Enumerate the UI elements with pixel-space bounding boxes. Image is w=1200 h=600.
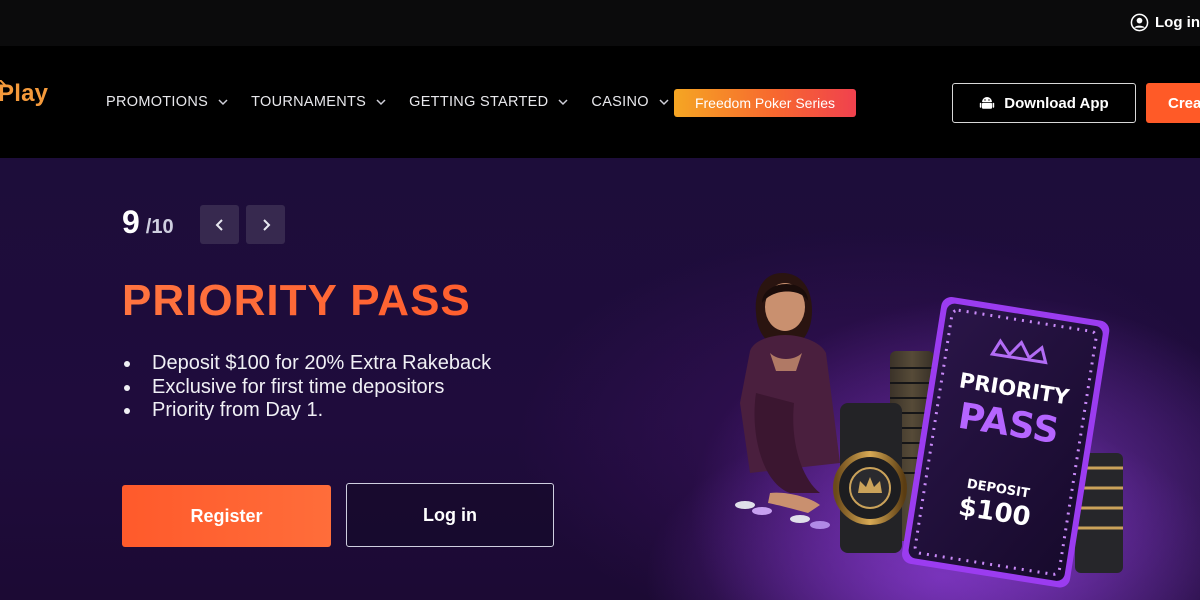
slide-total: /10	[145, 216, 174, 238]
previous-slide-button[interactable]	[200, 205, 239, 244]
hero-login-label: Log in	[423, 504, 477, 525]
promo-title: PRIORITY PASS	[122, 276, 471, 325]
nav-menu: PROMOTIONS TOURNAMENTS GETTING STARTED C…	[106, 94, 670, 110]
create-account-button[interactable]: Create	[1146, 83, 1200, 123]
chevron-right-icon	[262, 218, 270, 231]
chevron-down-icon	[218, 99, 228, 106]
slide-current: 9	[122, 204, 140, 240]
nav-item-label: PROMOTIONS	[106, 94, 209, 110]
top-login-link[interactable]: Log in	[1130, 13, 1200, 32]
nav-item-label: TOURNAMENTS	[251, 94, 367, 110]
freedom-poker-series-button[interactable]: Freedom Poker Series	[674, 89, 856, 117]
next-slide-button[interactable]	[246, 205, 285, 244]
freedom-poker-series-label: Freedom Poker Series	[694, 95, 836, 111]
android-icon	[980, 97, 995, 109]
chevron-left-icon	[215, 218, 223, 231]
nav-item-label: GETTING STARTED	[409, 94, 549, 110]
promo-bullet: Exclusive for first time depositors	[122, 376, 491, 400]
nav-item-getting-started[interactable]: GETTING STARTED	[409, 94, 569, 110]
hero-banner: 9 /10 PRIORITY PASS Deposit $100 for 20%…	[0, 158, 1200, 600]
download-app-label: Download App	[1004, 94, 1109, 112]
site-logo[interactable]: Play	[0, 80, 48, 108]
nav-item-tournaments[interactable]: TOURNAMENTS	[251, 94, 387, 110]
slide-counter: 9 /10	[122, 204, 174, 241]
chevron-down-icon	[376, 99, 386, 106]
promo-bullet: Priority from Day 1.	[122, 399, 491, 423]
hero-login-button[interactable]: Log in	[346, 483, 554, 547]
register-label: Register	[190, 505, 263, 526]
promo-bullet-list: Deposit $100 for 20% Extra Rakeback Excl…	[122, 352, 491, 423]
create-account-label: Create	[1168, 94, 1200, 112]
top-login-label: Log in	[1155, 14, 1200, 31]
logo-mark-icon	[0, 80, 6, 86]
nav-item-label: CASINO	[591, 94, 649, 110]
download-app-button[interactable]: Download App	[952, 83, 1136, 123]
top-bar: Log in	[0, 0, 1200, 46]
logo-text: Play	[0, 80, 49, 107]
chevron-down-icon	[558, 99, 568, 106]
register-button[interactable]: Register	[122, 485, 331, 547]
promo-illustration: PRIORITY PASS DEPOSIT $100	[690, 243, 1200, 600]
user-circle-icon	[1130, 13, 1149, 32]
chevron-down-icon	[659, 99, 669, 106]
nav-item-promotions[interactable]: PROMOTIONS	[106, 94, 229, 110]
nav-item-casino[interactable]: CASINO	[591, 94, 669, 110]
promo-bullet: Deposit $100 for 20% Extra Rakeback	[122, 352, 491, 376]
